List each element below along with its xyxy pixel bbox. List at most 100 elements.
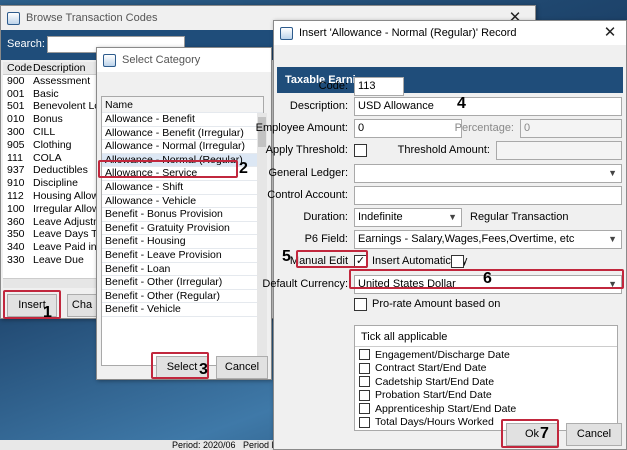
category-item[interactable]: Benefit - Vehicle [102,303,263,317]
tick-item[interactable]: Engagement/Discharge Date [359,348,516,362]
tick-item[interactable]: Contract Start/End Date [359,362,516,376]
category-item[interactable]: Benefit - Loan [102,263,263,277]
tick-checkbox[interactable] [359,349,370,361]
insert-titlebar: Insert 'Allowance - Normal (Regular)' Re… [274,21,626,45]
category-item[interactable]: Allowance - Normal (Irregular) [102,140,263,154]
tick-label: Apprenticeship Start/End Date [375,402,517,415]
row-code: 001 [7,87,25,100]
table-row[interactable]: 300 CILL [3,126,103,139]
category-list: Name Allowance - Benefit Allowance - Bene… [101,96,264,366]
row-description: Benevolent Lo [33,100,101,113]
threshold-amount-label: Threshold Amount: [397,144,490,156]
table-row[interactable]: 010 Bonus [3,113,103,126]
tick-item[interactable]: Total Days/Hours Worked [359,416,516,430]
category-cancel-button[interactable]: Cancel [216,356,268,379]
table-row[interactable]: 100 Irregular Allow [3,203,103,216]
tick-item[interactable]: Probation Start/End Date [359,389,516,403]
duration-value: Indefinite [358,211,403,223]
tick-checkbox[interactable] [359,389,370,401]
tick-checkbox[interactable] [359,376,370,388]
tick-label: Engagement/Discharge Date [375,348,510,361]
table-row[interactable]: 350 Leave Days T [3,228,103,241]
col-description: Description [33,62,86,74]
manual-edit-highlight [296,250,368,268]
row-description: Leave Adjustm [33,215,102,228]
table-header: CodeDescription [3,62,103,75]
row-description: Clothing [33,138,72,151]
table-row[interactable]: 910 Discipline [3,177,103,190]
category-item[interactable]: Allowance - Benefit (Irregular) [102,127,263,141]
row-description: Assessment [33,74,91,87]
duration-label: Duration: [303,211,348,223]
general-ledger-dropdown[interactable]: ▼ [354,164,622,183]
row-description: Deductibles [33,164,88,177]
duration-dropdown[interactable]: Indefinite ▼ [354,208,462,227]
selected-category-highlight [98,160,238,178]
category-item[interactable]: Benefit - Leave Provision [102,249,263,263]
step-3-label: 3 [199,361,208,378]
step-7-label: 7 [540,425,549,442]
transaction-codes-table: CodeDescription 900 Assessment 001 Basic 501… [3,62,103,280]
threshold-amount-field[interactable] [496,141,622,160]
default-currency-label: Default Currency: [262,278,348,290]
insert-cancel-button[interactable]: Cancel [566,423,622,446]
tick-checkbox[interactable] [359,416,370,428]
tick-applicable-panel: Tick all applicable Engagement/Discharge… [354,325,618,431]
browse-hscrollbar[interactable] [3,278,103,288]
table-row[interactable]: 501 Benevolent Lo [3,100,103,113]
apply-threshold-checkbox[interactable] [354,144,367,157]
category-item[interactable]: Benefit - Other (Irregular) [102,276,263,290]
insert-close-icon[interactable]: ✕ [600,23,620,43]
row-code: 100 [7,202,25,215]
chevron-down-icon: ▼ [448,212,457,222]
tick-items: Engagement/Discharge Date Contract Start/… [359,348,516,429]
table-row[interactable]: 937 Deductibles [3,164,103,177]
table-row[interactable]: 112 Housing Allow [3,190,103,203]
table-row[interactable]: 001 Basic [3,88,103,101]
category-item[interactable]: Benefit - Housing [102,235,263,249]
step-2-label: 2 [239,160,248,177]
status-period: Period: 2020/06 [172,440,236,450]
row-code: 900 [7,74,25,87]
row-description: Irregular Allow [33,202,100,215]
tick-item[interactable]: Cadetship Start/End Date [359,375,516,389]
row-code: 300 [7,125,25,138]
table-row[interactable]: 905 Clothing [3,139,103,152]
description-field[interactable]: USD Allowance [354,97,622,116]
employee-amount-label: Employee Amount: [255,122,348,134]
p6-field-label: P6 Field: [304,233,348,245]
control-account-field[interactable] [354,186,622,205]
row-description: Leave Due [33,253,84,266]
category-list-header: Name [102,97,263,113]
category-item[interactable]: Allowance - Shift [102,181,263,195]
category-item[interactable]: Allowance - Vehicle [102,195,263,209]
row-code: 350 [7,228,25,241]
row-code: 111 [7,151,23,164]
category-item[interactable]: Benefit - Gratuity Provision [102,222,263,236]
table-row[interactable]: 900 Assessment [3,75,103,88]
row-code: 937 [7,164,25,177]
category-item[interactable]: Benefit - Other (Regular) [102,290,263,304]
table-row[interactable]: 330 Leave Due [3,254,103,267]
percentage-field[interactable]: 0 [520,119,622,138]
p6-field-dropdown[interactable]: Earnings - Salary,Wages,Fees,Overtime, e… [354,230,622,249]
row-code: 340 [7,241,25,254]
table-row[interactable]: 111 COLA [3,152,103,165]
tick-checkbox[interactable] [359,403,370,415]
row-code: 010 [7,113,25,126]
code-field[interactable]: 113 [354,77,404,96]
tick-checkbox[interactable] [359,362,370,374]
category-item[interactable]: Benefit - Bonus Provision [102,208,263,222]
employee-amount-field[interactable]: 0 [354,119,462,138]
app-icon [103,53,116,67]
percentage-label: Percentage: [454,122,514,134]
table-row[interactable]: 360 Leave Adjustm [3,216,103,229]
tick-item[interactable]: Apprenticeship Start/End Date [359,402,516,416]
table-row[interactable]: 340 Leave Paid in [3,241,103,254]
insert-automatically-checkbox[interactable] [451,255,464,268]
prorate-checkbox[interactable] [354,298,367,311]
description-label: Description: [289,100,348,112]
category-item[interactable]: Allowance - Benefit [102,113,263,127]
search-label: Search: [7,38,45,50]
change-button[interactable]: Cha [67,294,97,317]
